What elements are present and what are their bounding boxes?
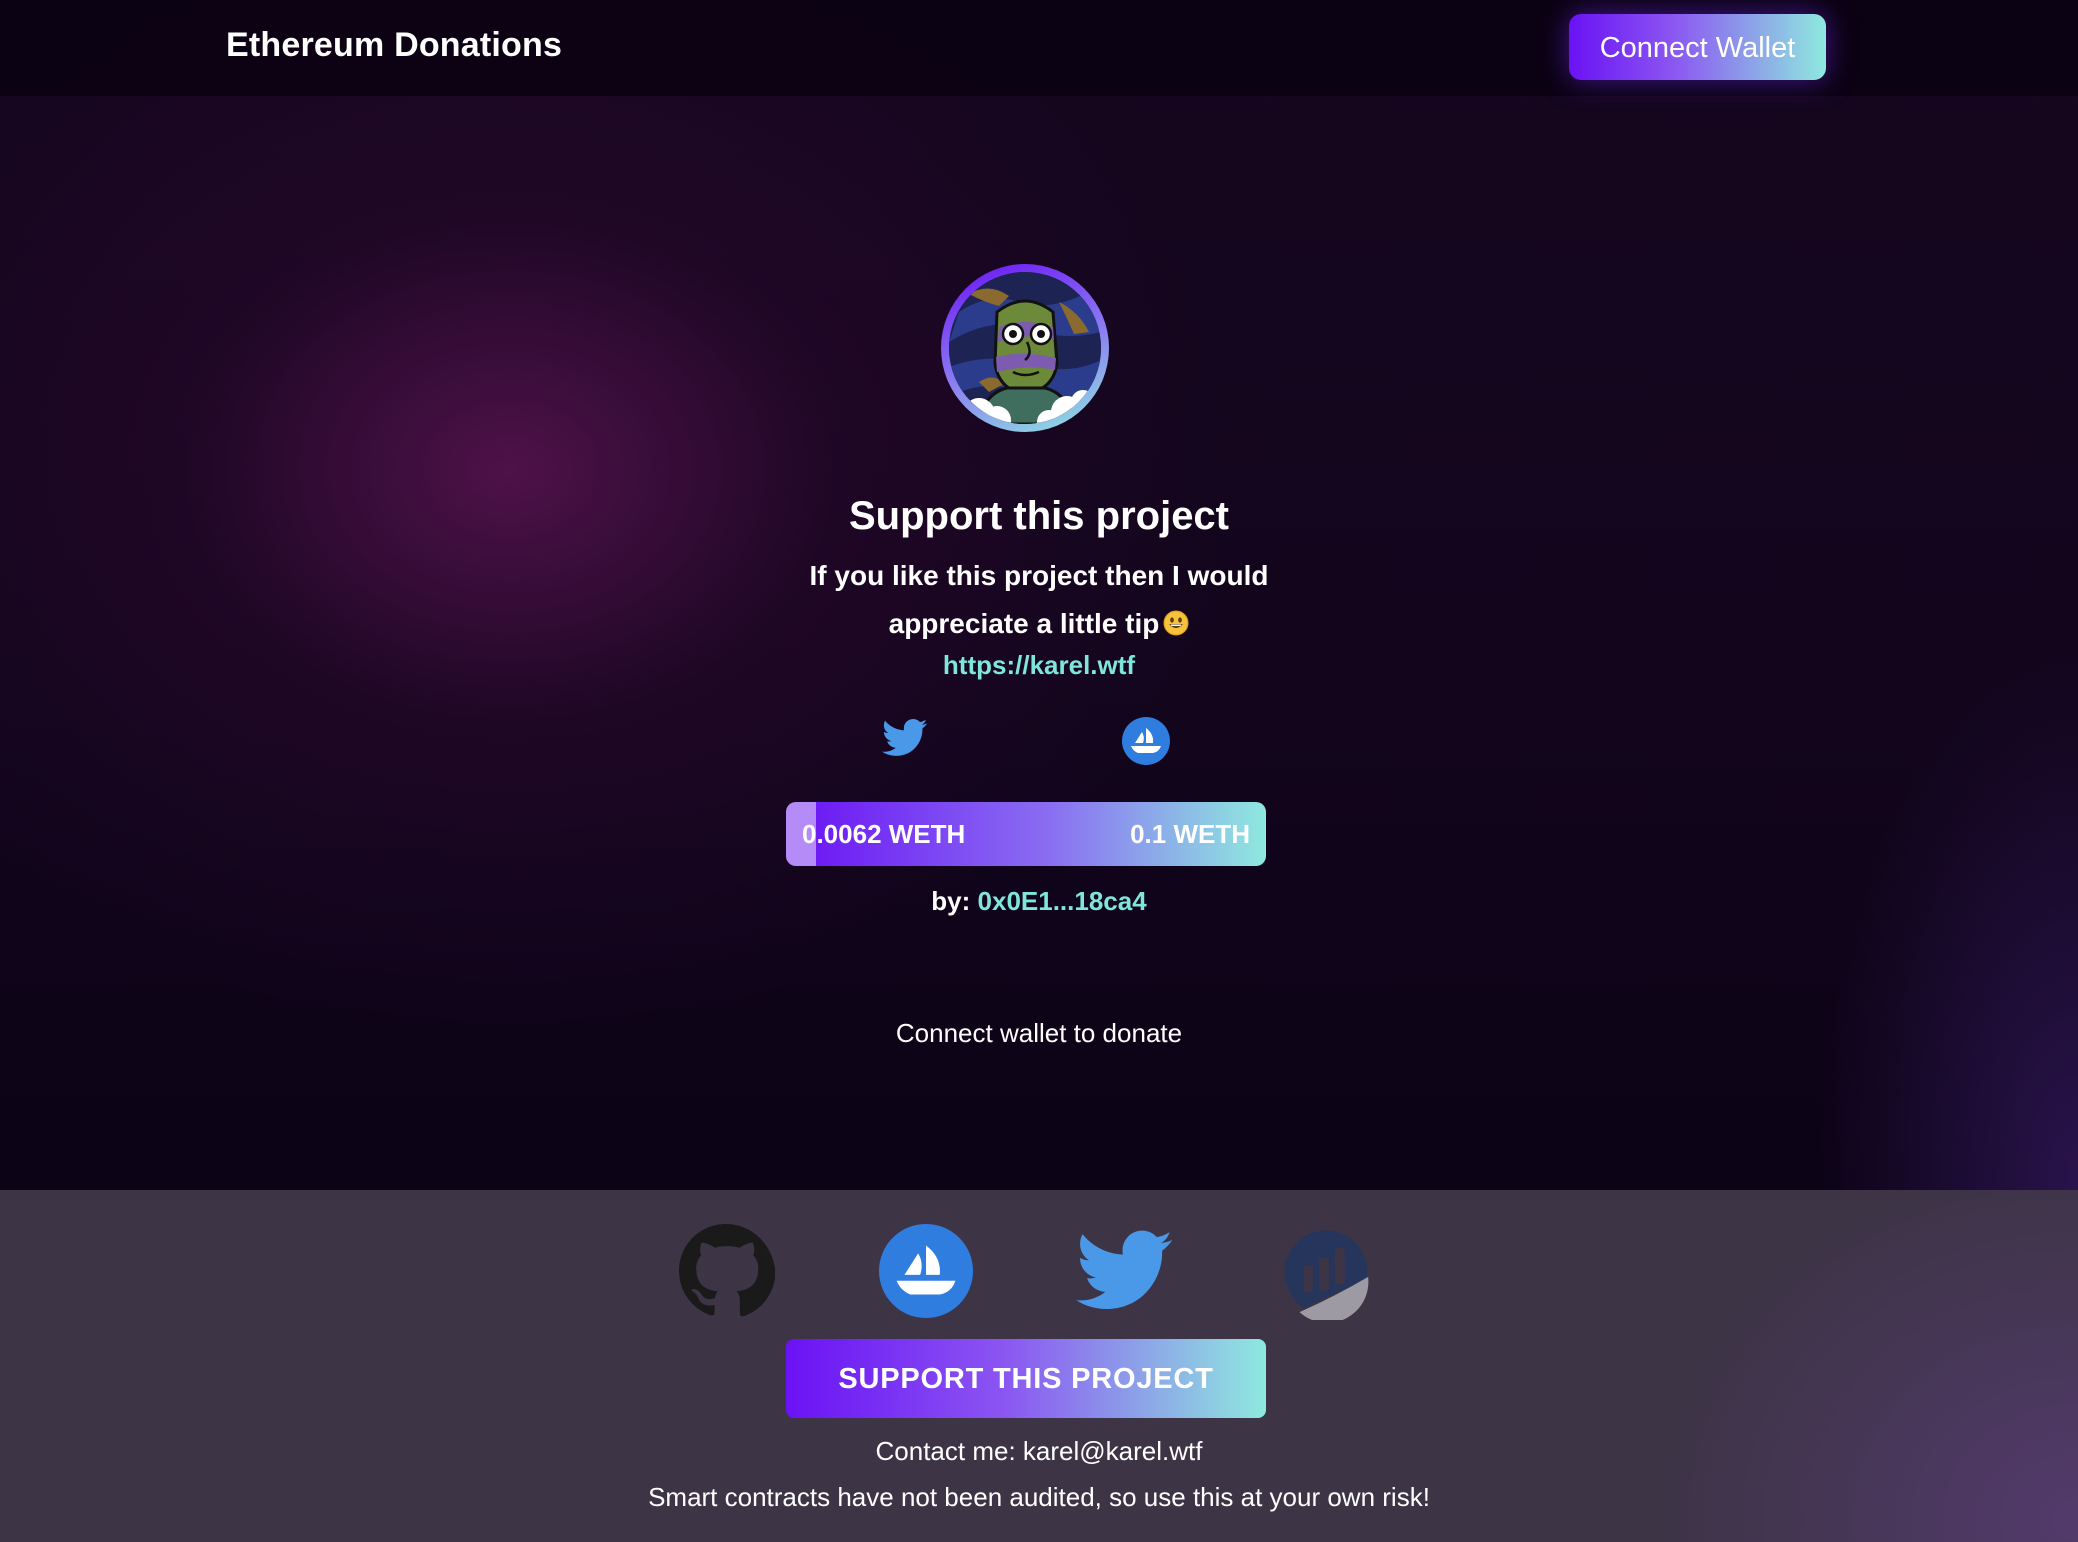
creator-address-link[interactable]: 0x0E1...18ca4 (978, 886, 1147, 916)
twitter-footer-icon[interactable] (1076, 1222, 1174, 1320)
donation-current-amount: 0.0062 WETH (802, 819, 966, 849)
donation-goal-amount: 0.1 WETH (1130, 819, 1250, 849)
project-website-link[interactable]: https://karel.wtf (0, 650, 2078, 681)
connect-wallet-note: Connect wallet to donate (895, 1018, 1183, 1048)
project-avatar (941, 264, 1109, 432)
opensea-icon[interactable] (1121, 716, 1171, 766)
support-project-button[interactable]: SUPPORT THIS PROJECT (786, 1339, 1266, 1418)
github-icon[interactable] (677, 1222, 775, 1320)
contact-email[interactable]: Contact me: karel@karel.wtf (0, 1436, 2078, 1467)
donation-progress-bar: 0.0062 WETH 0.1 WETH (786, 802, 1266, 866)
creator-line: by: 0x0E1...18ca4 (0, 886, 2078, 917)
project-title: Support this project (849, 494, 1229, 538)
project-description-text: If you like this project then I would ap… (809, 560, 1269, 639)
nft-avatar-image (949, 272, 1101, 424)
creator-label: by: (931, 886, 971, 916)
etherscan-icon[interactable] (1276, 1222, 1374, 1320)
grinning-face-emoji (1163, 610, 1189, 636)
audit-disclaimer: Smart contracts have not been audited, s… (648, 1482, 1430, 1512)
project-description: If you like this project then I would ap… (764, 552, 1314, 648)
brand-title[interactable]: Ethereum Donations (226, 26, 562, 65)
twitter-icon[interactable] (882, 718, 928, 758)
top-bar: Ethereum Donations Connect Wallet (0, 0, 2078, 96)
opensea-footer-icon[interactable] (877, 1222, 975, 1320)
connect-wallet-button[interactable]: Connect Wallet (1569, 14, 1826, 80)
